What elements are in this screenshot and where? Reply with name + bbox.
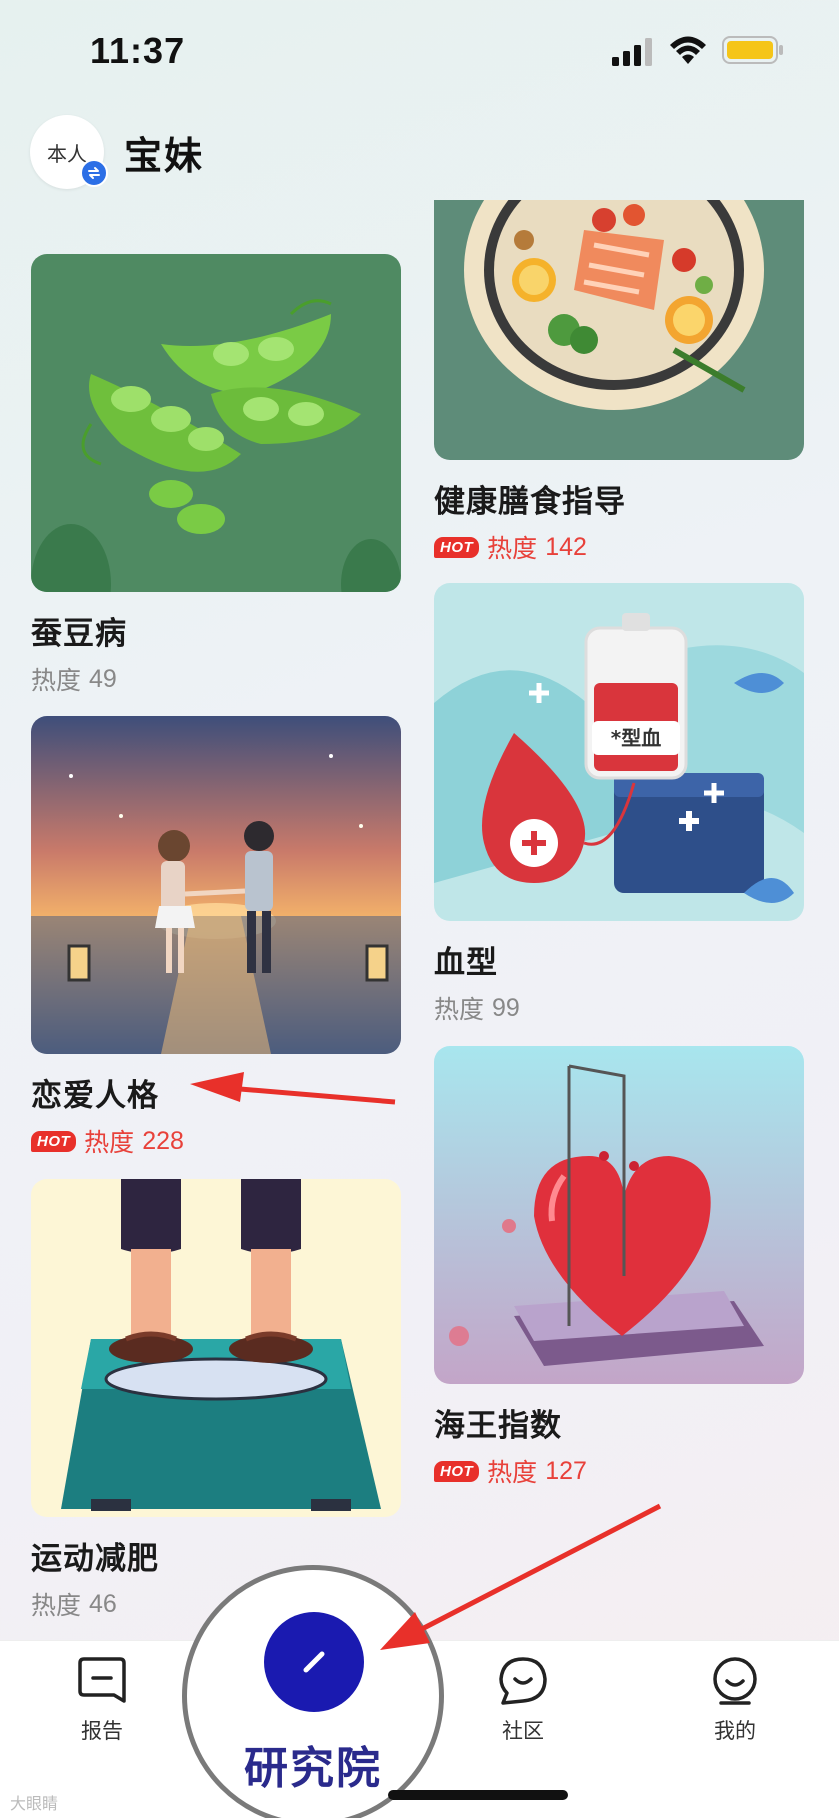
heat-value: 142 [545,532,587,561]
card-title: 血型 [434,945,498,980]
heat-value: 228 [142,1126,184,1155]
card-title: 恋爱人格 [31,1078,159,1113]
avatar-label: 本人 [47,143,87,166]
pen-icon [303,1651,325,1673]
home-indicator [388,1790,568,1800]
heat-label: 热度 [487,535,538,563]
healthy-diet-image [434,200,804,460]
sea-king-image [434,1046,804,1384]
tab-label: 我的 [714,1720,756,1743]
wifi-icon [670,36,706,64]
heat-label: 热度 [84,1129,135,1157]
card-love-personality[interactable]: 恋爱人格 HOT 热度 228 [31,716,401,1159]
profile-icon [713,1657,757,1705]
heat-label: 热度 [31,667,82,695]
heat-label: 热度 [487,1459,538,1487]
tab-label: 社区 [502,1720,544,1743]
tab-institute-button[interactable] [264,1612,364,1712]
love-personality-image [31,716,401,1054]
card-title: 健康膳食指导 [434,484,626,519]
card-sea-king-index[interactable]: 海王指数 HOT 热度 127 [434,1046,804,1489]
community-icon [499,1657,547,1705]
card-healthy-diet[interactable]: 健康膳食指导 HOT 热度 142 [434,200,804,565]
heat-value: 46 [89,1589,117,1618]
heat-indicator: 热度 99 [434,990,804,1026]
heat-indicator: HOT 热度 127 [434,1453,804,1489]
blood-bag-label: *型血 [611,726,661,750]
report-icon [78,1657,126,1703]
card-fitness[interactable]: 运动减肥 热度 46 [31,1179,401,1622]
heat-indicator: 热度 49 [31,661,401,697]
status-time: 11:37 [90,30,186,71]
card-blood-type[interactable]: *型血 血型 热度 99 [434,583,804,1026]
avatar[interactable]: 本人 [30,115,108,189]
hot-badge: HOT [434,1460,480,1482]
heat-label: 热度 [434,996,485,1024]
heat-indicator: HOT 热度 228 [31,1123,401,1159]
tab-label: 报告 [81,1720,123,1743]
status-bar: 11:37 [0,0,839,100]
switch-profile-icon[interactable] [80,159,108,187]
heat-value: 127 [545,1456,587,1485]
battery-icon [722,36,783,64]
profile-name[interactable]: 宝妹 [124,125,204,180]
heat-value: 99 [492,993,520,1022]
heat-value: 49 [89,664,117,693]
tab-mine[interactable]: 我的 [680,1653,790,1745]
signal-icon [612,38,652,66]
blood-type-image: *型血 [434,583,804,921]
card-title: 蚕豆病 [31,616,127,651]
tab-institute-label[interactable]: 研究院 [182,1732,444,1796]
card-favism[interactable]: 蚕豆病 热度 49 [31,254,401,697]
arrow-to-institute [418,1503,662,1633]
tab-report[interactable]: 报告 [47,1653,157,1745]
profile-header: 本人 宝妹 [30,112,204,192]
hot-badge: HOT [31,1130,77,1152]
heat-label: 热度 [31,1592,82,1620]
favism-image [31,254,401,592]
card-title: 海王指数 [434,1408,562,1443]
watermark: 大眼睛 [10,1796,59,1813]
heat-indicator: HOT 热度 142 [434,529,804,565]
tab-community[interactable]: 社区 [468,1653,578,1745]
fitness-image [31,1179,401,1517]
hot-badge: HOT [434,536,480,558]
